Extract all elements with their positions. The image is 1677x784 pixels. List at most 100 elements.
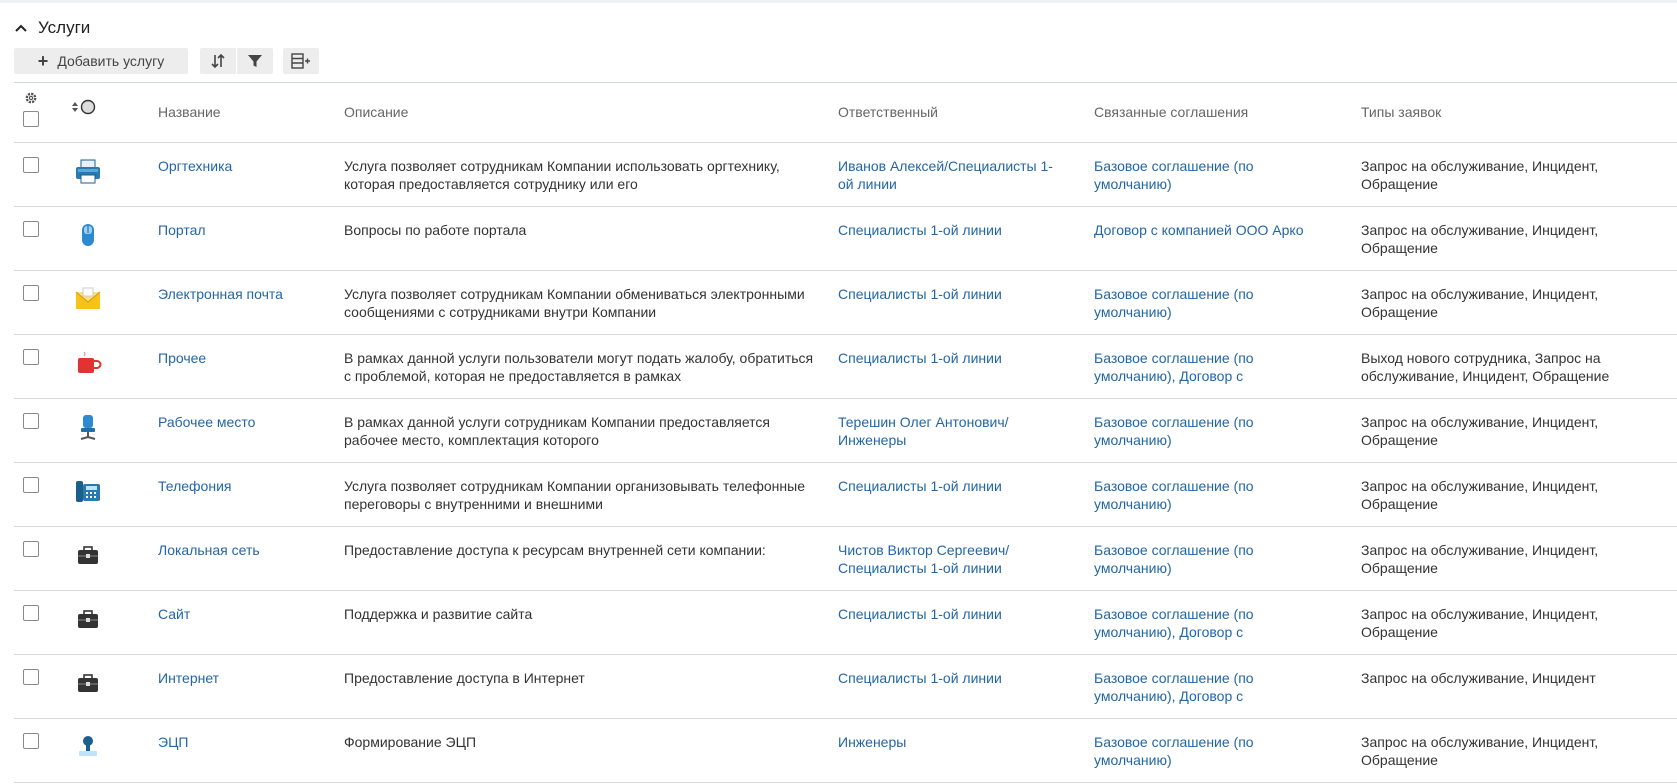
table-header: Название Описание Ответственный Связанны… bbox=[14, 83, 1677, 143]
envelope-icon bbox=[74, 285, 102, 313]
service-name-link[interactable]: Электронная почта bbox=[158, 285, 318, 321]
table-row[interactable]: Телефония Услуга позволяет сотрудникам Ко… bbox=[14, 463, 1677, 527]
header-agreements[interactable]: Связанные соглашения bbox=[1094, 104, 1304, 120]
service-name-link[interactable]: ЭЦП bbox=[158, 733, 318, 769]
table-row[interactable]: Оргтехника Услуга позволяет сотрудникам К… bbox=[14, 143, 1677, 207]
row-checkbox[interactable] bbox=[23, 477, 39, 493]
service-description: В рамках данной услуги пользователи могу… bbox=[344, 350, 814, 384]
header-description[interactable]: Описание bbox=[344, 104, 814, 120]
responsible-link[interactable]: Специалисты 1-ой линии bbox=[838, 670, 1002, 686]
service-request-types: Запрос на обслуживание, Инцидент, Обраще… bbox=[1361, 478, 1599, 512]
chevron-up-icon[interactable] bbox=[14, 21, 28, 35]
service-agreements-link[interactable]: Базовое соглашение (по умолчанию), Догов… bbox=[1094, 605, 1304, 641]
table-row[interactable]: Портал Вопросы по работе портала Специалис… bbox=[14, 207, 1677, 271]
service-request-types: Запрос на обслуживание, Инцидент, Обраще… bbox=[1361, 734, 1599, 768]
service-description: Формирование ЭЦП bbox=[344, 734, 477, 750]
row-checkbox[interactable] bbox=[23, 349, 39, 365]
table-row[interactable]: ЭЦП Формирование ЭЦП Инженеры Базовое согла… bbox=[14, 719, 1677, 783]
row-checkbox[interactable] bbox=[23, 221, 39, 237]
service-responsible: Специалисты 1-ой линии bbox=[838, 669, 1068, 705]
row-checkbox[interactable] bbox=[23, 733, 39, 749]
table-row[interactable]: Локальная сеть Предоставление доступа к р… bbox=[14, 527, 1677, 591]
row-checkbox[interactable] bbox=[23, 605, 39, 621]
gear-icon[interactable] bbox=[24, 91, 38, 110]
responsible-link[interactable]: Инженеры bbox=[838, 734, 906, 750]
row-checkbox[interactable] bbox=[23, 157, 39, 173]
table-row[interactable]: Рабочее место В рамках данной услуги сотр… bbox=[14, 399, 1677, 463]
row-checkbox[interactable] bbox=[23, 413, 39, 429]
service-request-types: Запрос на обслуживание, Инцидент, Обраще… bbox=[1361, 286, 1599, 320]
briefcase-icon bbox=[74, 541, 102, 569]
service-responsible: Специалисты 1-ой линии bbox=[838, 349, 1068, 385]
columns-icon bbox=[291, 53, 310, 69]
table-row[interactable]: Прочее В рамках данной услуги пользовател… bbox=[14, 335, 1677, 399]
service-responsible: Специалисты 1-ой линии bbox=[838, 221, 1068, 257]
top-border bbox=[0, 0, 1677, 3]
responsible-link[interactable]: Терешин Олег Антонович bbox=[838, 414, 1005, 430]
services-table: Название Описание Ответственный Связанны… bbox=[14, 83, 1677, 783]
service-agreements-link[interactable]: Базовое соглашение (по умолчанию) bbox=[1094, 541, 1304, 577]
section-toggle[interactable]: Услуги bbox=[14, 16, 90, 40]
responsible-link[interactable]: Иванов Алексей bbox=[838, 158, 944, 174]
service-name-link[interactable]: Рабочее место bbox=[158, 413, 318, 449]
table-row[interactable]: Интернет Предоставление доступа в Интерне… bbox=[14, 655, 1677, 719]
service-request-types: Запрос на обслуживание, Инцидент, Обраще… bbox=[1361, 222, 1599, 256]
service-agreements-link[interactable]: Базовое соглашение (по умолчанию) bbox=[1094, 157, 1304, 193]
service-name-link[interactable]: Портал bbox=[158, 221, 318, 257]
responsible-link[interactable]: Специалисты 1-ой линии bbox=[838, 478, 1002, 494]
service-agreements-link[interactable]: Базовое соглашение (по умолчанию), Догов… bbox=[1094, 349, 1304, 385]
service-request-types: Запрос на обслуживание, Инцидент, Обраще… bbox=[1361, 542, 1599, 576]
responsible-link[interactable]: Специалисты 1-ой линии bbox=[838, 222, 1002, 238]
service-agreements-link[interactable]: Базовое соглашение (по умолчанию) bbox=[1094, 477, 1304, 513]
service-name-link[interactable]: Интернет bbox=[158, 669, 318, 705]
service-name-link[interactable]: Телефония bbox=[158, 477, 318, 513]
row-checkbox[interactable] bbox=[23, 285, 39, 301]
service-name-link[interactable]: Локальная сеть bbox=[158, 541, 318, 577]
phone-icon bbox=[74, 477, 102, 505]
service-agreements-link[interactable]: Базовое соглашение (по умолчанию) bbox=[1094, 733, 1304, 769]
responsible-link[interactable]: Специалисты 1-ой линии bbox=[838, 350, 1002, 366]
service-responsible: Специалисты 1-ой линии bbox=[838, 477, 1068, 513]
service-agreements-link[interactable]: Договор с компанией ООО Арко bbox=[1094, 221, 1304, 257]
service-name-link[interactable]: Оргтехника bbox=[158, 157, 318, 193]
service-responsible: Терешин Олег Антонович/ Инженеры bbox=[838, 413, 1068, 449]
circle-icon bbox=[80, 99, 96, 115]
row-checkbox[interactable] bbox=[23, 541, 39, 557]
service-description: Услуга позволяет сотрудникам Компании ис… bbox=[344, 158, 780, 192]
responsible-link[interactable]: Чистов Виктор Сергеевич bbox=[838, 542, 1005, 558]
responsible-link[interactable]: Специалисты 1-ой линии bbox=[838, 286, 1002, 302]
filter-button[interactable] bbox=[237, 48, 273, 74]
briefcase-icon bbox=[74, 669, 102, 697]
service-description: Услуга позволяет сотрудникам Компании об… bbox=[344, 286, 805, 320]
icon-column-sort[interactable] bbox=[72, 99, 96, 115]
service-description: Услуга позволяет сотрудникам Компании ор… bbox=[344, 478, 805, 512]
service-responsible: Инженеры bbox=[838, 733, 1068, 769]
service-agreements-link[interactable]: Базовое соглашение (по умолчанию) bbox=[1094, 285, 1304, 321]
row-checkbox[interactable] bbox=[23, 669, 39, 685]
service-name-link[interactable]: Сайт bbox=[158, 605, 318, 641]
toolbar: + Добавить услугу bbox=[14, 48, 319, 74]
service-name-link[interactable]: Прочее bbox=[158, 349, 318, 385]
header-name[interactable]: Название bbox=[158, 104, 318, 120]
sort-button[interactable] bbox=[200, 48, 236, 74]
add-service-button[interactable]: + Добавить услугу bbox=[14, 48, 188, 74]
cup-icon bbox=[74, 349, 102, 377]
office-chair-icon bbox=[74, 413, 102, 441]
header-types[interactable]: Типы заявок bbox=[1361, 104, 1661, 120]
select-all-checkbox[interactable] bbox=[23, 111, 39, 127]
responsible-link[interactable]: Специалисты 1-ой линии bbox=[838, 606, 1002, 622]
service-description: В рамках данной услуги сотрудникам Компа… bbox=[344, 414, 771, 448]
briefcase-icon bbox=[74, 605, 102, 633]
header-responsible[interactable]: Ответственный bbox=[838, 104, 1068, 120]
columns-settings-button[interactable] bbox=[283, 48, 319, 74]
responsible-group-link[interactable]: Инженеры bbox=[838, 432, 906, 448]
plus-icon: + bbox=[37, 51, 49, 71]
service-agreements-link[interactable]: Базовое соглашение (по умолчанию) bbox=[1094, 413, 1304, 449]
service-description: Поддержка и развитие сайта bbox=[344, 606, 533, 622]
service-request-types: Выход нового сотрудника, Запрос на обслу… bbox=[1361, 350, 1610, 384]
table-row[interactable]: Сайт Поддержка и развитие сайта Специалист… bbox=[14, 591, 1677, 655]
service-agreements-link[interactable]: Базовое соглашение (по умолчанию), Догов… bbox=[1094, 669, 1304, 705]
table-row[interactable]: Электронная почта Услуга позволяет сотруд… bbox=[14, 271, 1677, 335]
stamp-icon bbox=[74, 733, 102, 761]
responsible-group-link[interactable]: Специалисты 1-ой линии bbox=[838, 560, 1002, 576]
